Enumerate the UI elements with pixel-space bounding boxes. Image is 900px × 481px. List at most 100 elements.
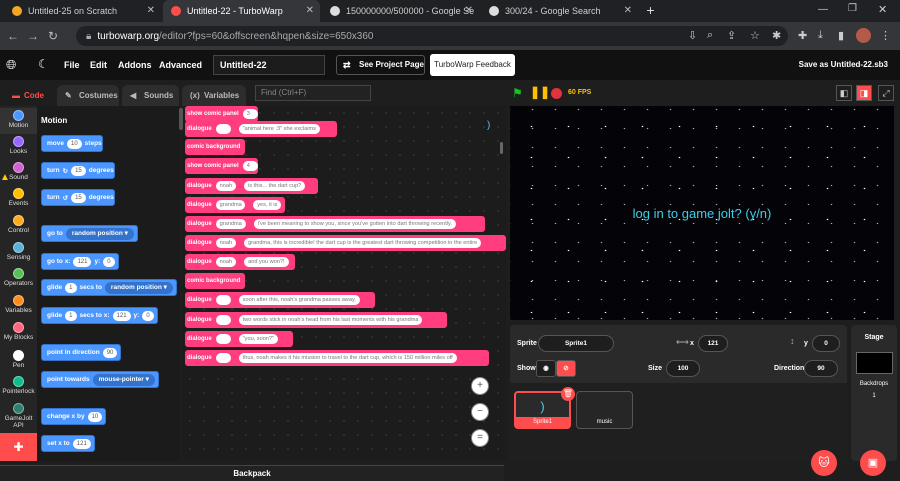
restore-icon[interactable]: ❐	[848, 3, 857, 14]
back-icon[interactable]: ←	[6, 29, 20, 43]
browser-tab[interactable]: Untitled-25 on Scratch ✕	[4, 0, 161, 22]
find-input[interactable]: Find (Ctrl+F)	[255, 85, 371, 101]
reload-icon[interactable]: ↻	[46, 29, 60, 43]
category-variables[interactable]: Variables	[0, 293, 37, 319]
stop-icon[interactable]	[551, 88, 562, 99]
workspace-scrollbar[interactable]	[500, 142, 503, 154]
block-input[interactable]	[215, 124, 231, 134]
pause-icon[interactable]: ❚❚	[530, 85, 550, 99]
block-input[interactable]: is this... the dart cup?	[244, 181, 306, 191]
block-input[interactable]: 10	[66, 138, 82, 149]
block-change-x[interactable]: change x by 10	[41, 408, 107, 425]
category-my-blocks[interactable]: My Blocks	[0, 320, 37, 346]
category-control[interactable]: Control	[0, 213, 37, 239]
tab-sounds[interactable]: ◀ Sounds	[122, 85, 179, 106]
script-block[interactable]: comic background	[185, 273, 245, 289]
script-block[interactable]: show comic panel 3	[185, 106, 258, 122]
script-block[interactable]: dialogue noah grandma, this is incredible!…	[185, 235, 506, 251]
block-input[interactable]: 15	[71, 192, 86, 203]
download-icon[interactable]: ⤓	[818, 29, 823, 42]
block-glide[interactable]: glide 1 secs to random position ▾	[41, 279, 177, 296]
install-app-icon[interactable]: ⇩	[688, 29, 697, 42]
block-input[interactable]: thus, noah makes it his mission to trave…	[238, 353, 457, 363]
category-motion[interactable]: Motion	[0, 108, 37, 134]
stage-thumbnail[interactable]	[856, 352, 893, 374]
block-input[interactable]: yes, it is	[253, 200, 281, 210]
sprite-name-input[interactable]: Sprite1	[538, 335, 614, 352]
block-input[interactable]: 121	[72, 438, 91, 449]
menu-edit[interactable]: Edit	[90, 60, 107, 70]
block-input[interactable]: grandma	[215, 219, 246, 229]
feedback-button[interactable]: TurboWarp Feedback	[430, 54, 515, 76]
block-input[interactable]: 15	[71, 165, 86, 176]
forward-icon[interactable]: →	[26, 29, 40, 43]
close-tab-icon[interactable]: ✕	[624, 5, 632, 16]
browser-menu-icon[interactable]: ⋮	[880, 29, 891, 42]
block-input[interactable]: 0	[142, 310, 154, 321]
tab-code[interactable]: ▬ Code	[2, 85, 54, 106]
script-block[interactable]: dialogue noah and you won?!	[185, 254, 295, 270]
profile-avatar[interactable]	[856, 28, 871, 43]
share-icon[interactable]: ⇪	[727, 29, 736, 42]
block-input[interactable]: 0	[103, 256, 115, 267]
block-input[interactable]	[215, 334, 231, 344]
show-visible-button[interactable]: ◉	[536, 360, 556, 377]
menu-addons[interactable]: Addons	[118, 60, 152, 70]
block-input[interactable]: 90	[102, 347, 118, 358]
block-turn-right[interactable]: turn ↻ 15 degrees	[41, 162, 115, 179]
close-tab-icon[interactable]: ✕	[147, 5, 155, 16]
block-input[interactable]: i've been meaning to show you, since you…	[253, 219, 456, 229]
minimize-icon[interactable]: —	[818, 4, 828, 15]
block-input[interactable]: grandma	[215, 200, 246, 210]
see-project-page-button[interactable]: ⇄ See Project Page	[336, 55, 425, 75]
category-operators[interactable]: Operators	[0, 266, 37, 292]
script-block[interactable]: show comic panel 4	[185, 158, 258, 174]
menu-advanced[interactable]: Advanced	[159, 60, 202, 70]
green-flag-icon[interactable]: ⚑	[512, 86, 523, 100]
language-globe-icon[interactable]: 🌐︎	[6, 57, 16, 73]
extension-icon[interactable]: ✱	[772, 29, 781, 42]
bookmark-star-icon[interactable]: ☆	[750, 29, 760, 42]
block-input[interactable]: 4	[242, 161, 258, 171]
block-input[interactable]: two words stick in noah's head from his …	[238, 315, 423, 325]
block-glide-xy[interactable]: glide 1 secs to x: 121 y: 0	[41, 307, 158, 324]
zoom-reset-button[interactable]: =	[471, 429, 489, 447]
save-as-button[interactable]: Save as Untitled-22.sb3	[799, 60, 888, 69]
block-dropdown[interactable]: mouse-pointer ▾	[92, 373, 155, 386]
project-title-input[interactable]: Untitled-22	[213, 55, 325, 75]
tab-variables[interactable]: (x) Variables	[182, 85, 246, 106]
sprite-thumbnail[interactable]: music	[576, 391, 633, 429]
address-bar[interactable]: 🔒︎ turbowarp.org/editor?fps=60&offscreen…	[76, 26, 788, 46]
category-gamejolt[interactable]: GameJolt API	[0, 401, 37, 429]
block-input[interactable]: 121	[112, 310, 131, 321]
block-point-towards[interactable]: point towards mouse-pointer ▾	[41, 371, 159, 388]
script-block[interactable]: dialogue "you, soon?"	[185, 331, 293, 347]
script-block[interactable]: dialogue grandma i've been meaning to show…	[185, 216, 485, 232]
block-point-in-direction[interactable]: point in direction 90	[41, 344, 122, 361]
block-set-x[interactable]: set x to 121	[41, 435, 95, 452]
stage-canvas[interactable]: log in to game jolt? (y/n)	[510, 106, 894, 320]
block-input[interactable]: noah	[215, 181, 237, 191]
delete-sprite-icon[interactable]: 🗑︎	[561, 387, 575, 401]
close-tab-icon[interactable]: ✕	[306, 5, 314, 16]
block-input[interactable]	[215, 315, 231, 325]
close-window-icon[interactable]: ✕	[878, 3, 887, 16]
direction-input[interactable]: 90	[804, 360, 838, 377]
category-sensing[interactable]: Sensing	[0, 240, 37, 266]
x-position-input[interactable]: 121	[698, 335, 728, 352]
block-dropdown[interactable]: random position ▾	[65, 227, 134, 240]
script-block[interactable]: dialogue two words stick in noah's head f…	[185, 312, 447, 328]
block-input[interactable]: soon after this, noah's grandma passes a…	[238, 295, 360, 305]
block-input[interactable]: noah	[215, 238, 237, 248]
add-extension-button[interactable]: ✚	[0, 433, 37, 461]
zoom-out-button[interactable]: −	[471, 403, 489, 421]
large-stage-icon[interactable]: ◨	[856, 85, 872, 101]
block-input[interactable]: 3	[242, 109, 258, 119]
puzzle-extensions-icon[interactable]: ✚	[798, 29, 807, 42]
block-input[interactable]	[215, 353, 231, 363]
browser-tab[interactable]: 300/24 - Google Search ✕	[481, 0, 638, 22]
script-block[interactable]: dialogue grandma yes, it is	[185, 197, 285, 213]
block-input[interactable]: 1	[65, 310, 77, 321]
category-events[interactable]: Events	[0, 186, 37, 212]
script-block[interactable]: dialogue thus, noah makes it his mission …	[185, 350, 489, 366]
